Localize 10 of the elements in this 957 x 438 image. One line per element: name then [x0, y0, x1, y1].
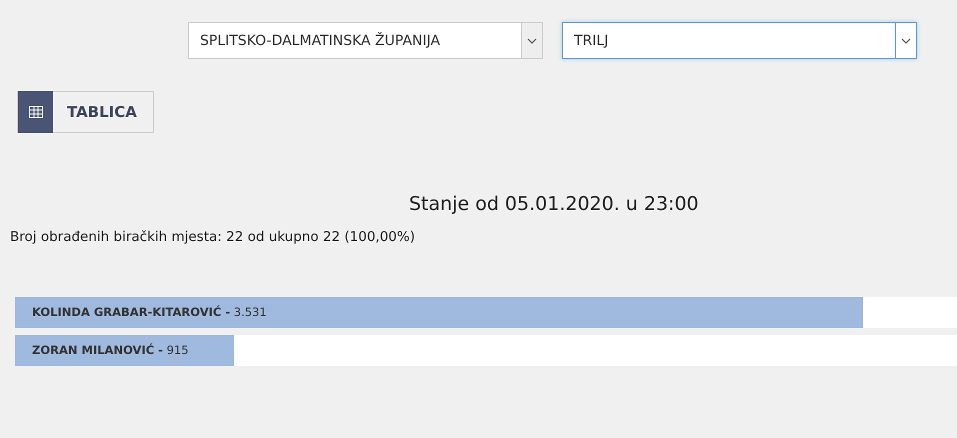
chevron-down-icon: [521, 23, 542, 58]
status-heading: Stanje od 05.01.2020. u 23:00: [409, 193, 700, 215]
summary-text: Broj obrađenih biračkih mjesta: 22 od ukupno 22 (100,00%): [10, 229, 416, 245]
table-button[interactable]: TABLICA: [17, 91, 154, 133]
dropdown[interactable]: TRILJ: [562, 22, 917, 59]
candidate-result: KOLINDA GRABAR-KITAROVIĆ - 3.531: [32, 305, 267, 319]
chevron-down-icon: [895, 23, 916, 58]
candidate-result: ZORAN MILANOVIĆ - 915: [32, 343, 189, 357]
grid-icon: [18, 91, 53, 133]
dropdown[interactable]: SPLITSKO-DALMATINSKA ŽUPANIJA: [188, 22, 543, 59]
